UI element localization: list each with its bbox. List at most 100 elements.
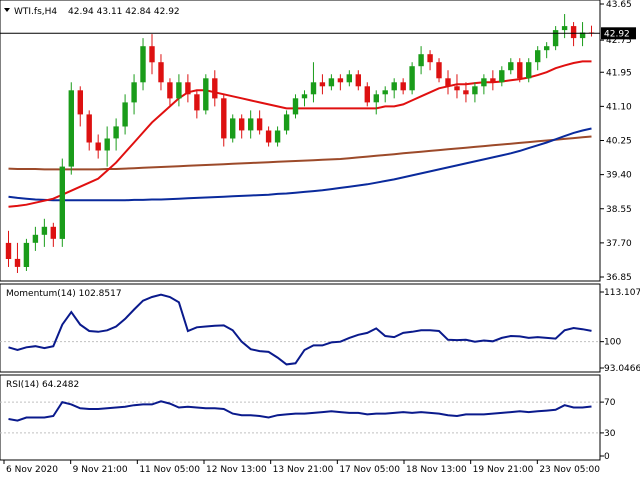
candle-body [346,74,352,83]
time-tick-label: 9 Nov 21:00 [73,465,128,475]
candle-body [373,94,379,103]
candle-body [167,82,173,99]
price-tick-label: 37.70 [606,239,632,249]
candle-body [328,78,335,87]
price-tick-label: 36.85 [606,273,632,283]
time-tick-label: 11 Nov 05:00 [139,465,200,475]
candle-body [418,54,424,67]
price-tick-label: 39.40 [606,171,632,181]
candle-body [50,226,56,239]
candle-body [463,90,469,95]
price-tick-label: 38.55 [606,205,632,215]
candle-body [319,82,326,87]
candle-body [23,242,30,267]
chart-header: WTI.fs,H4 42.94 43.11 42.84 42.92 [4,7,180,17]
candle-body [274,130,281,143]
candle-body [517,62,523,79]
rsi-tick-label: 30 [604,429,616,439]
momentum-tick-label: 100 [604,338,621,348]
rsi-tick-label: 0 [604,452,610,462]
momentum-label: Momentum(14) 102.8517 [6,289,122,299]
rsi-axis: 70 30 0 [600,398,616,462]
candle-body [382,90,388,95]
candle-body [14,258,21,267]
trading-chart[interactable]: WTI.fs,H4 42.94 43.11 42.84 42.92 43.65 4… [0,0,640,480]
candle-body [265,130,272,143]
time-tick-label: 17 Nov 05:00 [339,465,400,475]
candle-body [409,66,415,91]
time-tick-label: 13 Nov 21:00 [273,465,334,475]
candle-body [292,98,299,115]
rsi-label: RSI(14) 64.2482 [6,380,79,390]
candle-body [445,78,451,87]
candle-body [310,82,317,95]
candle-body [391,82,397,91]
candle-body [283,114,290,131]
ohlc-label: 42.94 43.11 42.84 42.92 [68,7,180,17]
candle-body [239,118,245,131]
candle-body [203,78,209,111]
candle-body [526,62,532,79]
candle-body [427,54,433,63]
candle-body [301,94,308,99]
candle-body [158,62,164,83]
rsi-pane-frame [0,374,601,461]
candle-body [499,70,505,83]
candle-body [59,166,65,239]
candle-body [400,82,406,91]
candle-body [364,86,370,103]
time-tick-label: 6 Nov 2020 [6,465,58,475]
candle-body [552,30,559,47]
current-price-tag-text: 42.92 [604,29,630,39]
rsi-pane[interactable]: RSI(14) 64.2482 70 30 0 [0,374,616,462]
candle-body [122,102,128,127]
time-tick-label: 18 Nov 13:00 [406,465,467,475]
candle-body [32,234,39,243]
momentum-pane[interactable]: Momentum(14) 102.8517 113.1076 100 93.0466 [0,283,640,374]
candle-body [176,82,182,99]
candle-body [490,78,496,83]
candle-body [436,62,442,79]
candle-body [472,86,478,95]
candle-body [131,82,137,103]
price-tick-label: 40.25 [606,137,632,147]
candle-body [535,50,541,63]
momentum-tick-label: 113.1076 [604,288,640,298]
candle-body [149,46,155,63]
price-tick-label: 41.95 [606,68,632,78]
symbol-label: WTI.fs,H4 [14,7,57,17]
candle-body [212,78,218,99]
time-axis: 6 Nov 2020 9 Nov 21:00 11 Nov 05:00 12 Nov … [3,460,600,475]
candle-body [86,114,92,143]
candle-body [481,78,487,87]
candle-body [508,62,514,71]
price-pane[interactable]: WTI.fs,H4 42.94 43.11 42.84 42.92 43.65 4… [0,0,636,283]
candle-body [77,90,83,115]
price-tick-label: 43.65 [606,0,632,10]
candle-body [561,26,568,31]
candle-body [221,98,227,139]
candle-body [248,118,254,131]
momentum-tick-label: 93.0466 [604,364,640,374]
candle-body [185,82,191,95]
candle-body [41,226,48,235]
candle-body [104,138,110,151]
candle-body [194,94,200,111]
candle-body [337,78,344,83]
candle-body [5,242,12,259]
rsi-tick-label: 70 [604,398,616,408]
current-price-tag: 42.92 [601,27,636,39]
candle-body [355,74,361,87]
candle-body [68,90,74,167]
candle-body [140,46,146,83]
candle-body [544,46,550,51]
time-tick-label: 19 Nov 21:00 [473,465,534,475]
time-tick-label: 23 Nov 05:00 [539,465,600,475]
price-axis: 43.6542.7541.9541.1040.2539.4038.5537.70… [600,0,632,283]
candle-body [230,118,236,139]
candle-body [95,142,101,151]
candle-body [570,26,577,39]
momentum-axis: 113.1076 100 93.0466 [600,288,640,374]
candle-body [113,126,119,139]
candle-body [454,86,460,91]
